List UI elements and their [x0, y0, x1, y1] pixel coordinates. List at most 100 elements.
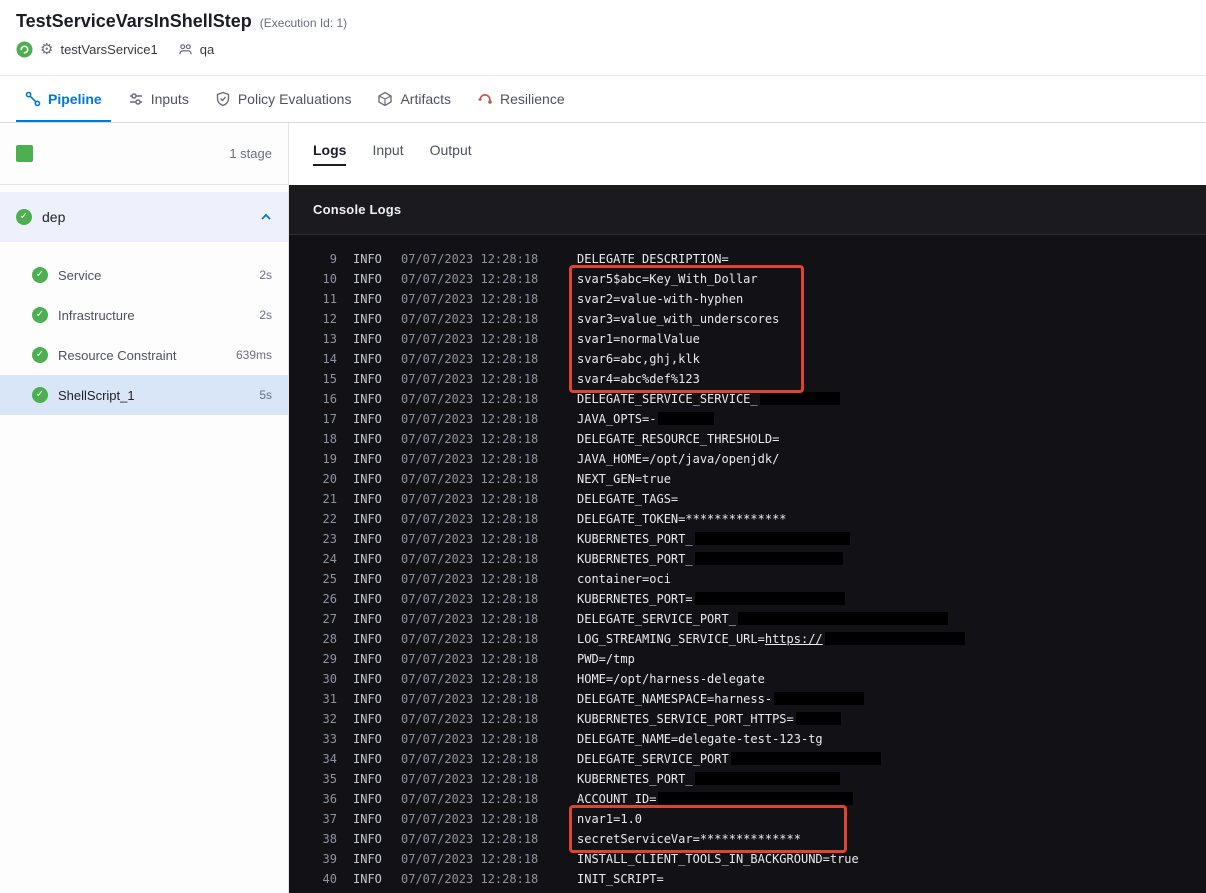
- log-timestamp: 07/07/2023 12:28:18: [401, 632, 539, 646]
- log-line: 11 INFO 07/07/2023 12:28:18 svar2=value-wit…: [289, 289, 1206, 309]
- log-line: 17 INFO 07/07/2023 12:28:18 JAVA_OPTS=-: [289, 409, 1206, 429]
- log-level: INFO: [353, 272, 382, 286]
- log-line: 38 INFO 07/07/2023 12:28:18 secretServiceVa…: [289, 829, 1206, 849]
- log-message: container=oci: [577, 572, 671, 586]
- step-service[interactable]: Service 2s: [0, 255, 288, 295]
- redacted-text: [694, 552, 843, 565]
- step-details-panel: Logs Input Output Console Logs 9 INFO 07/0…: [289, 123, 1206, 893]
- redacted-text: [795, 712, 841, 725]
- log-message: svar3=value_with_underscores: [577, 312, 780, 326]
- step-duration: 639ms: [235, 348, 272, 362]
- tab-resilience-label: Resilience: [500, 91, 565, 107]
- log-line: 28 INFO 07/07/2023 12:28:18 LOG_STREAMING_S…: [289, 629, 1206, 649]
- log-level: INFO: [353, 652, 382, 666]
- log-timestamp: 07/07/2023 12:28:18: [401, 552, 539, 566]
- redacted-text: [730, 752, 881, 765]
- service-name[interactable]: testVarsService1: [60, 42, 157, 57]
- redacted-text: [658, 792, 854, 805]
- log-line-number: 30: [322, 672, 337, 686]
- chevron-up-icon[interactable]: [260, 211, 272, 223]
- log-timestamp: 07/07/2023 12:28:18: [401, 752, 539, 766]
- log-line-number: 40: [322, 872, 337, 886]
- tab-input[interactable]: Input: [372, 142, 403, 166]
- tab-output[interactable]: Output: [430, 142, 472, 166]
- tab-artifacts-label: Artifacts: [400, 91, 452, 107]
- log-line: 39 INFO 07/07/2023 12:28:18 INSTALL_CLIENT_…: [289, 849, 1206, 869]
- log-line: 13 INFO 07/07/2023 12:28:18 svar1=normalVal…: [289, 329, 1206, 349]
- log-line: 22 INFO 07/07/2023 12:28:18 DELEGATE_TOKEN=…: [289, 509, 1206, 529]
- tab-pipeline[interactable]: Pipeline: [16, 76, 111, 122]
- tab-logs[interactable]: Logs: [313, 142, 347, 166]
- log-message: DELEGATE_TAGS=: [577, 492, 679, 506]
- log-line-number: 15: [322, 372, 337, 386]
- tab-policy-evaluations[interactable]: Policy Evaluations: [206, 76, 361, 122]
- tab-resilience[interactable]: Resilience: [468, 76, 574, 122]
- resilience-icon: [477, 91, 493, 107]
- meta-row: ⚙ testVarsService1 qa: [16, 41, 1190, 58]
- environment-name[interactable]: qa: [200, 42, 214, 57]
- log-line-number: 34: [322, 752, 337, 766]
- log-line-number: 31: [322, 692, 337, 706]
- step-resource-constraint[interactable]: Resource Constraint 639ms: [0, 335, 288, 375]
- log-timestamp: 07/07/2023 12:28:18: [401, 532, 539, 546]
- log-line-number: 22: [322, 512, 337, 526]
- log-line-number: 24: [322, 552, 337, 566]
- redacted-text: [759, 392, 840, 405]
- redacted-text: [774, 692, 865, 705]
- log-timestamp: 07/07/2023 12:28:18: [401, 412, 539, 426]
- stage-group-dep[interactable]: dep: [0, 192, 288, 242]
- step-infrastructure[interactable]: Infrastructure 2s: [0, 295, 288, 335]
- log-timestamp: 07/07/2023 12:28:18: [401, 792, 539, 806]
- success-check-icon: [32, 347, 48, 363]
- log-level: INFO: [353, 812, 382, 826]
- log-line-number: 23: [322, 532, 337, 546]
- stage-count: 1 stage: [229, 146, 272, 161]
- log-timestamp: 07/07/2023 12:28:18: [401, 852, 539, 866]
- log-line-number: 14: [322, 352, 337, 366]
- log-line-number: 38: [322, 832, 337, 846]
- page-title: TestServiceVarsInShellStep: [16, 11, 252, 31]
- log-timestamp: 07/07/2023 12:28:18: [401, 472, 539, 486]
- log-line-number: 17: [322, 412, 337, 426]
- log-message: KUBERNETES_PORT=: [577, 589, 845, 609]
- log-line-number: 36: [322, 792, 337, 806]
- log-line-number: 13: [322, 332, 337, 346]
- log-line: 30 INFO 07/07/2023 12:28:18 HOME=/opt/harne…: [289, 669, 1206, 689]
- log-level: INFO: [353, 612, 382, 626]
- main-nav-tabs: Pipeline Inputs Policy Evaluations Artif…: [0, 76, 1206, 123]
- log-level: INFO: [353, 412, 382, 426]
- log-timestamp: 07/07/2023 12:28:18: [401, 372, 539, 386]
- step-shellscript-1[interactable]: ShellScript_1 5s: [0, 375, 288, 415]
- log-line: 16 INFO 07/07/2023 12:28:18 DELEGATE_SERVIC…: [289, 389, 1206, 409]
- step-list: Service 2s Infrastructure 2s Resource Co…: [0, 255, 288, 415]
- tab-artifacts[interactable]: Artifacts: [368, 76, 460, 122]
- log-message: DELEGATE_DESCRIPTION=: [577, 252, 729, 266]
- console-log-body[interactable]: 9 INFO 07/07/2023 12:28:18 DELEGATE_DESCRIP…: [289, 235, 1206, 893]
- log-message: KUBERNETES_PORT_: [577, 769, 840, 789]
- log-line-number: 21: [322, 492, 337, 506]
- success-check-icon: [32, 267, 48, 283]
- step-duration: 5s: [259, 388, 272, 402]
- log-level: INFO: [353, 832, 382, 846]
- log-level: INFO: [353, 792, 382, 806]
- log-link[interactable]: https://: [765, 632, 823, 646]
- log-line: 23 INFO 07/07/2023 12:28:18 KUBERNETES_PORT…: [289, 529, 1206, 549]
- log-message: PWD=/tmp: [577, 652, 635, 666]
- log-message: ACCOUNT_ID=: [577, 789, 854, 809]
- log-timestamp: 07/07/2023 12:28:18: [401, 292, 539, 306]
- tab-inputs[interactable]: Inputs: [119, 76, 198, 122]
- log-line: 15 INFO 07/07/2023 12:28:18 svar4=abc%def%1…: [289, 369, 1206, 389]
- log-timestamp: 07/07/2023 12:28:18: [401, 772, 539, 786]
- log-line: 10 INFO 07/07/2023 12:28:18 svar5$abc=Key_W…: [289, 269, 1206, 289]
- log-message: svar2=value-with-hyphen: [577, 292, 744, 306]
- log-message: KUBERNETES_SERVICE_PORT_HTTPS=: [577, 709, 841, 729]
- stage-status-square[interactable]: [16, 145, 33, 162]
- log-line-number: 19: [322, 452, 337, 466]
- log-message: KUBERNETES_PORT_: [577, 549, 843, 569]
- log-line-number: 20: [322, 472, 337, 486]
- artifacts-icon: [377, 91, 393, 107]
- log-line: 33 INFO 07/07/2023 12:28:18 DELEGATE_NAME=d…: [289, 729, 1206, 749]
- log-line: 9 INFO 07/07/2023 12:28:18 DELEGATE_DESCRIP…: [289, 249, 1206, 269]
- log-timestamp: 07/07/2023 12:28:18: [401, 512, 539, 526]
- log-line: 31 INFO 07/07/2023 12:28:18 DELEGATE_NAMESP…: [289, 689, 1206, 709]
